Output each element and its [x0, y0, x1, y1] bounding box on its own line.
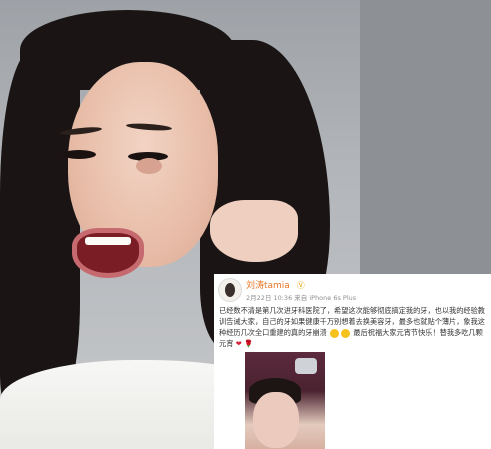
hair-left [0, 50, 80, 410]
post-meta: 2月22日 10:36 来自 iPhone 6s Plus [246, 294, 357, 302]
grimace-emoji-icon [341, 328, 351, 338]
post-body: 已经数不清是第几次进牙科医院了，希望这次能够彻底搞定我的牙，也以我的经验教训告诫… [219, 305, 485, 349]
avatar[interactable] [218, 278, 242, 302]
post-photo-thumbnail[interactable] [245, 352, 325, 449]
hand [210, 200, 298, 262]
nose [136, 158, 162, 174]
heart-icon: ❤ [235, 339, 242, 348]
grimace-emoji-icon [330, 328, 340, 338]
mouth [72, 228, 144, 278]
username-row: 刘涛tamia Ⓥ [246, 278, 305, 291]
username[interactable]: 刘涛tamia [246, 281, 290, 291]
rose-icon: 🌹 [244, 339, 253, 348]
weibo-post-card: 刘涛tamia Ⓥ 2月22日 10:36 来自 iPhone 6s Plus … [214, 274, 491, 449]
v-badge-icon: Ⓥ [296, 281, 305, 290]
teeth [85, 237, 131, 245]
dental-lamp [295, 358, 317, 374]
left-eye [62, 150, 96, 159]
thumb-face [253, 392, 299, 448]
